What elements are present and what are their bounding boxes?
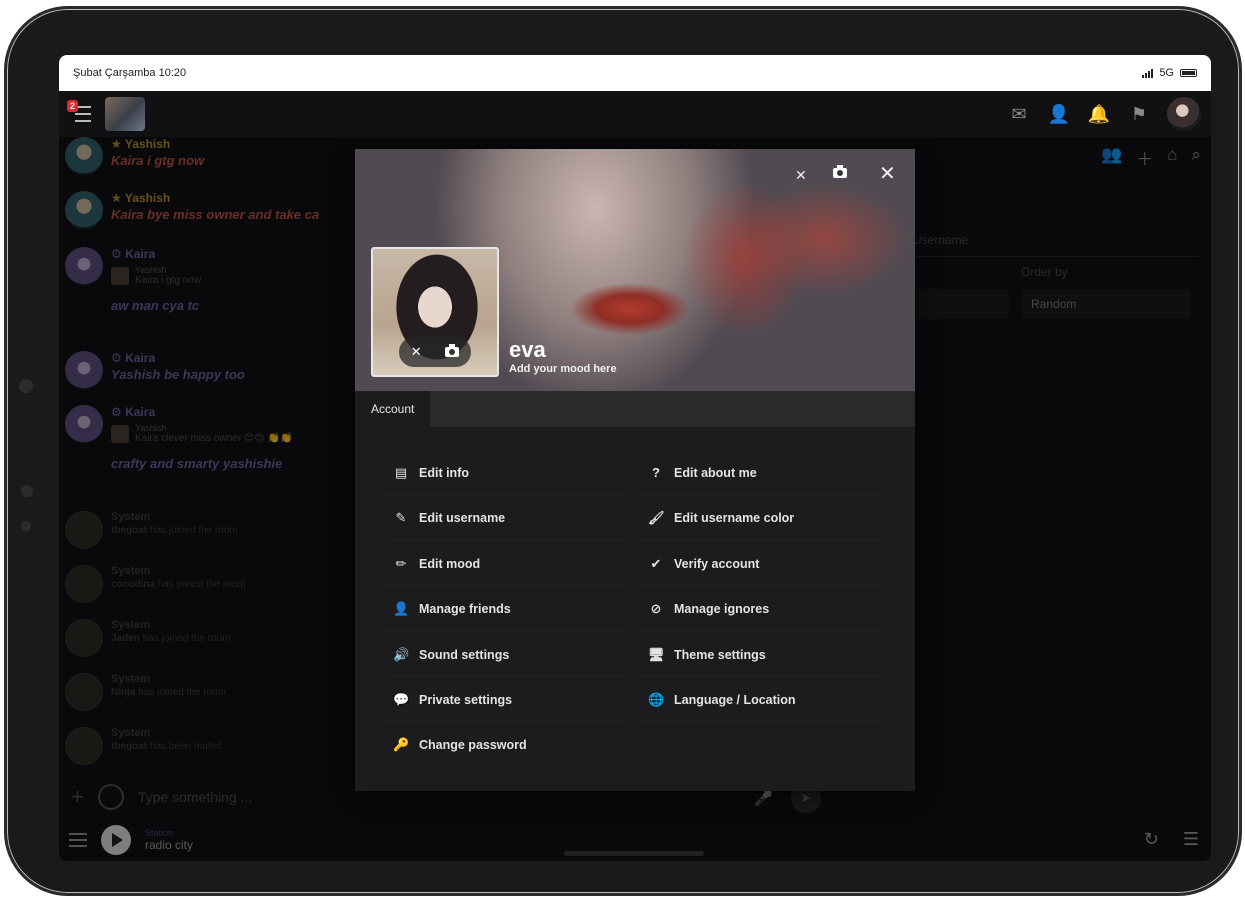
change-cover-icon[interactable] <box>833 165 851 179</box>
change-avatar-icon[interactable] <box>445 343 460 360</box>
remove-cover-icon[interactable]: ✕ <box>795 167 807 184</box>
tab-account[interactable]: Account <box>355 391 431 427</box>
edit-info-option[interactable]: ▤ Edit info <box>385 451 625 495</box>
user-avatar[interactable] <box>1167 97 1201 131</box>
close-icon[interactable]: ✕ <box>879 161 896 186</box>
check-icon: ✔ <box>650 555 662 571</box>
edit-mood-option[interactable]: ✏ Edit mood <box>385 542 625 586</box>
edit-username-option[interactable]: ✎ Edit username <box>385 496 625 540</box>
key-icon: 🔑 <box>393 737 410 752</box>
change-password-option[interactable]: 🔑 Change password <box>385 723 625 767</box>
id-card-icon: ▤ <box>394 464 408 480</box>
signal-icon <box>1142 68 1154 78</box>
battery-icon <box>1180 69 1197 77</box>
manage-ignores-option[interactable]: ⊘ Manage ignores <box>640 587 880 631</box>
app-screen: Şubat Çarşamba 10:20 5G 2 ✉ 👤 🔔 ⚑ 👥 ＋ ⌂ … <box>59 55 1211 861</box>
avatar-controls: ✕ <box>399 337 471 367</box>
edit-icon: ✎ <box>395 509 407 525</box>
verify-account-option[interactable]: ✔ Verify account <box>640 542 880 586</box>
status-datetime: Şubat Çarşamba 10:20 <box>73 67 187 79</box>
mail-icon[interactable]: ✉ <box>1007 104 1031 125</box>
flag-icon[interactable]: ⚑ <box>1127 104 1151 125</box>
mood-text[interactable]: Add your mood here <box>509 363 617 375</box>
globe-icon: 🌐 <box>648 691 665 707</box>
tablet-frame: Şubat Çarşamba 10:20 5G 2 ✉ 👤 🔔 ⚑ 👥 ＋ ⌂ … <box>4 6 1242 896</box>
status-indicators: 5G <box>1142 67 1197 79</box>
manage-friends-option[interactable]: 👤 Manage friends <box>385 587 625 631</box>
profile-tabs: Account <box>355 391 915 427</box>
network-label: 5G <box>1159 67 1174 79</box>
notification-count-badge: 2 <box>67 100 79 112</box>
bell-icon[interactable]: 🔔 <box>1087 104 1111 125</box>
profile-picture: ✕ <box>371 247 499 377</box>
cover-image: ✕ ✕ ✕ eva Add your mood here <box>355 149 915 391</box>
edit-username-color-option[interactable]: 🖌 Edit username color <box>640 496 880 540</box>
language-location-option[interactable]: 🌐 Language / Location <box>640 678 880 722</box>
edit-about-option[interactable]: ? Edit about me <box>640 451 880 495</box>
volume-icon: 🔊 <box>393 646 410 662</box>
top-bar: 2 ✉ 👤 🔔 ⚑ <box>59 91 1211 137</box>
profile-modal: ✕ ✕ ✕ eva Add your mood here Account ▤ Ed… <box>355 149 915 791</box>
sound-settings-option[interactable]: 🔊 Sound settings <box>385 633 625 677</box>
side-dot <box>21 485 33 497</box>
brush-icon: 🖌 <box>648 509 665 525</box>
ban-icon: ⊘ <box>650 600 662 616</box>
chat-icon: 💬 <box>393 691 410 707</box>
pencil-icon: ✏ <box>395 555 407 571</box>
user-icon[interactable]: 👤 <box>1047 104 1071 125</box>
side-dot <box>19 379 33 393</box>
status-bar: Şubat Çarşamba 10:20 5G <box>59 55 1211 91</box>
profile-username: eva <box>509 337 546 362</box>
monitor-icon: 🖥 <box>648 646 665 662</box>
remove-avatar-icon[interactable]: ✕ <box>411 344 422 360</box>
user-plus-icon: 👤 <box>393 600 410 616</box>
private-settings-option[interactable]: 💬 Private settings <box>385 678 625 722</box>
question-icon: ? <box>652 465 660 480</box>
room-icon[interactable] <box>105 97 145 131</box>
side-dot <box>21 521 31 531</box>
main-menu-button[interactable]: 2 <box>67 100 91 122</box>
theme-settings-option[interactable]: 🖥 Theme settings <box>640 633 880 677</box>
